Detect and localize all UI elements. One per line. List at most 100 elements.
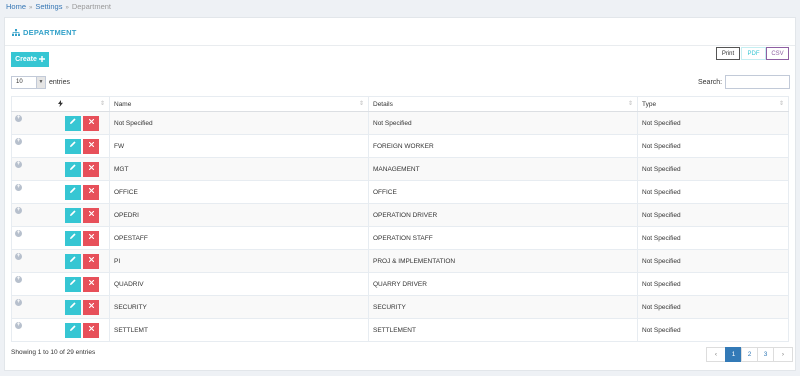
expand-row-icon[interactable]: + (15, 138, 22, 145)
edit-button[interactable] (65, 230, 81, 246)
close-icon (88, 164, 94, 170)
pencil-icon (70, 232, 76, 239)
close-icon (88, 302, 94, 308)
cell-type: Not Specified (637, 226, 789, 250)
delete-button[interactable] (83, 253, 99, 269)
sort-icon: ⇕ (778, 101, 784, 107)
delete-button[interactable] (83, 299, 99, 315)
delete-button[interactable] (83, 322, 99, 338)
column-header-actions[interactable]: ⇕ (11, 96, 110, 112)
table-row: + PI PROJ & IMPLEMENTATION Not Specified (11, 249, 789, 273)
column-header-type[interactable]: Type ⇕ (637, 96, 789, 112)
pagination-prev[interactable]: ‹ (706, 347, 726, 362)
entries-length-label: entries (49, 79, 71, 86)
breadcrumb-current: Department (71, 2, 111, 11)
row-actions-cell: + (11, 111, 110, 135)
pagination: ‹ 1 2 3 › (706, 347, 793, 362)
entries-length-control: 10 ▼ entries (11, 76, 70, 89)
search-input[interactable] (725, 75, 791, 89)
cell-type: Not Specified (637, 157, 789, 181)
edit-button[interactable] (65, 184, 81, 200)
edit-button[interactable] (65, 299, 81, 315)
row-actions-cell: + (11, 272, 110, 296)
edit-button[interactable] (65, 253, 81, 269)
delete-button[interactable] (83, 138, 99, 154)
create-button[interactable]: Create (11, 52, 49, 67)
cell-name: MGT (109, 157, 369, 181)
column-header-name[interactable]: Name ⇕ (109, 96, 369, 112)
close-icon (88, 141, 94, 147)
breadcrumb-home-link[interactable]: Home (6, 2, 26, 11)
cell-name: OPEDRI (109, 203, 369, 227)
cell-type: Not Specified (637, 134, 789, 158)
breadcrumb: Home» Settings» Department (6, 2, 111, 11)
pagination-page-1[interactable]: 1 (725, 347, 742, 362)
row-actions-cell: + (11, 203, 110, 227)
delete-button[interactable] (83, 207, 99, 223)
pagination-page-3[interactable]: 3 (757, 347, 774, 362)
expand-row-icon[interactable]: + (15, 161, 22, 168)
table-row: + Not Specified Not Specified Not Specified (11, 111, 789, 135)
cell-type: Not Specified (637, 295, 789, 319)
cell-details: SECURITY (368, 295, 638, 319)
row-actions-cell: + (11, 134, 110, 158)
edit-button[interactable] (65, 276, 81, 292)
edit-button[interactable] (65, 115, 81, 131)
close-icon (88, 210, 94, 216)
chevron-down-icon: ▼ (36, 77, 45, 88)
page-title-text: DEPARTMENT (23, 28, 77, 37)
search-control: Search: (698, 75, 791, 89)
close-icon (88, 279, 94, 285)
close-icon (88, 187, 94, 193)
column-header-details[interactable]: Details ⇕ (368, 96, 638, 112)
close-icon (88, 233, 94, 239)
pencil-icon (70, 301, 76, 308)
cell-type: Not Specified (637, 272, 789, 296)
pdf-button[interactable]: PDF (741, 47, 766, 60)
expand-row-icon[interactable]: + (15, 207, 22, 214)
delete-button[interactable] (83, 230, 99, 246)
expand-row-icon[interactable]: + (15, 184, 22, 191)
expand-row-icon[interactable]: + (15, 276, 22, 283)
table-row: + QUADRIV QUARRY DRIVER Not Specified (11, 272, 789, 296)
row-actions-cell: + (11, 295, 110, 319)
row-actions-cell: + (11, 226, 110, 250)
edit-button[interactable] (65, 161, 81, 177)
delete-button[interactable] (83, 161, 99, 177)
breadcrumb-settings-link[interactable]: Settings (35, 2, 62, 11)
cell-name: OFFICE (109, 180, 369, 204)
expand-row-icon[interactable]: + (15, 230, 22, 237)
delete-button[interactable] (83, 115, 99, 131)
panel-header: DEPARTMENT (5, 18, 795, 46)
print-button[interactable]: Print (716, 47, 740, 60)
cell-name: SETTLEMT (109, 318, 369, 342)
pencil-icon (70, 255, 76, 262)
row-actions-cell: + (11, 157, 110, 181)
expand-row-icon[interactable]: + (15, 299, 22, 306)
expand-row-icon[interactable]: + (15, 322, 22, 329)
edit-button[interactable] (65, 322, 81, 338)
pagination-next[interactable]: › (773, 347, 793, 362)
cell-type: Not Specified (637, 180, 789, 204)
entries-length-select[interactable]: 10 ▼ (11, 76, 46, 89)
expand-row-icon[interactable]: + (15, 115, 22, 122)
cell-details: PROJ & IMPLEMENTATION (368, 249, 638, 273)
table-row: + OFFICE OFFICE Not Specified (11, 180, 789, 204)
edit-button[interactable] (65, 207, 81, 223)
cell-type: Not Specified (637, 111, 789, 135)
cell-details: OPERATION STAFF (368, 226, 638, 250)
edit-button[interactable] (65, 138, 81, 154)
delete-button[interactable] (83, 184, 99, 200)
table-row: + SECURITY SECURITY Not Specified (11, 295, 789, 319)
csv-button[interactable]: CSV (766, 47, 789, 60)
column-header-name-label: Name (114, 100, 132, 108)
cell-name: OPESTAFF (109, 226, 369, 250)
delete-button[interactable] (83, 276, 99, 292)
pagination-page-2[interactable]: 2 (741, 347, 758, 362)
pencil-icon (70, 209, 76, 216)
entries-length-value: 10 (16, 79, 23, 85)
pencil-icon (70, 186, 76, 193)
expand-row-icon[interactable]: + (15, 253, 22, 260)
column-header-details-label: Details (373, 100, 393, 108)
table-row: + SETTLEMT SETTLEMENT Not Specified (11, 318, 789, 342)
